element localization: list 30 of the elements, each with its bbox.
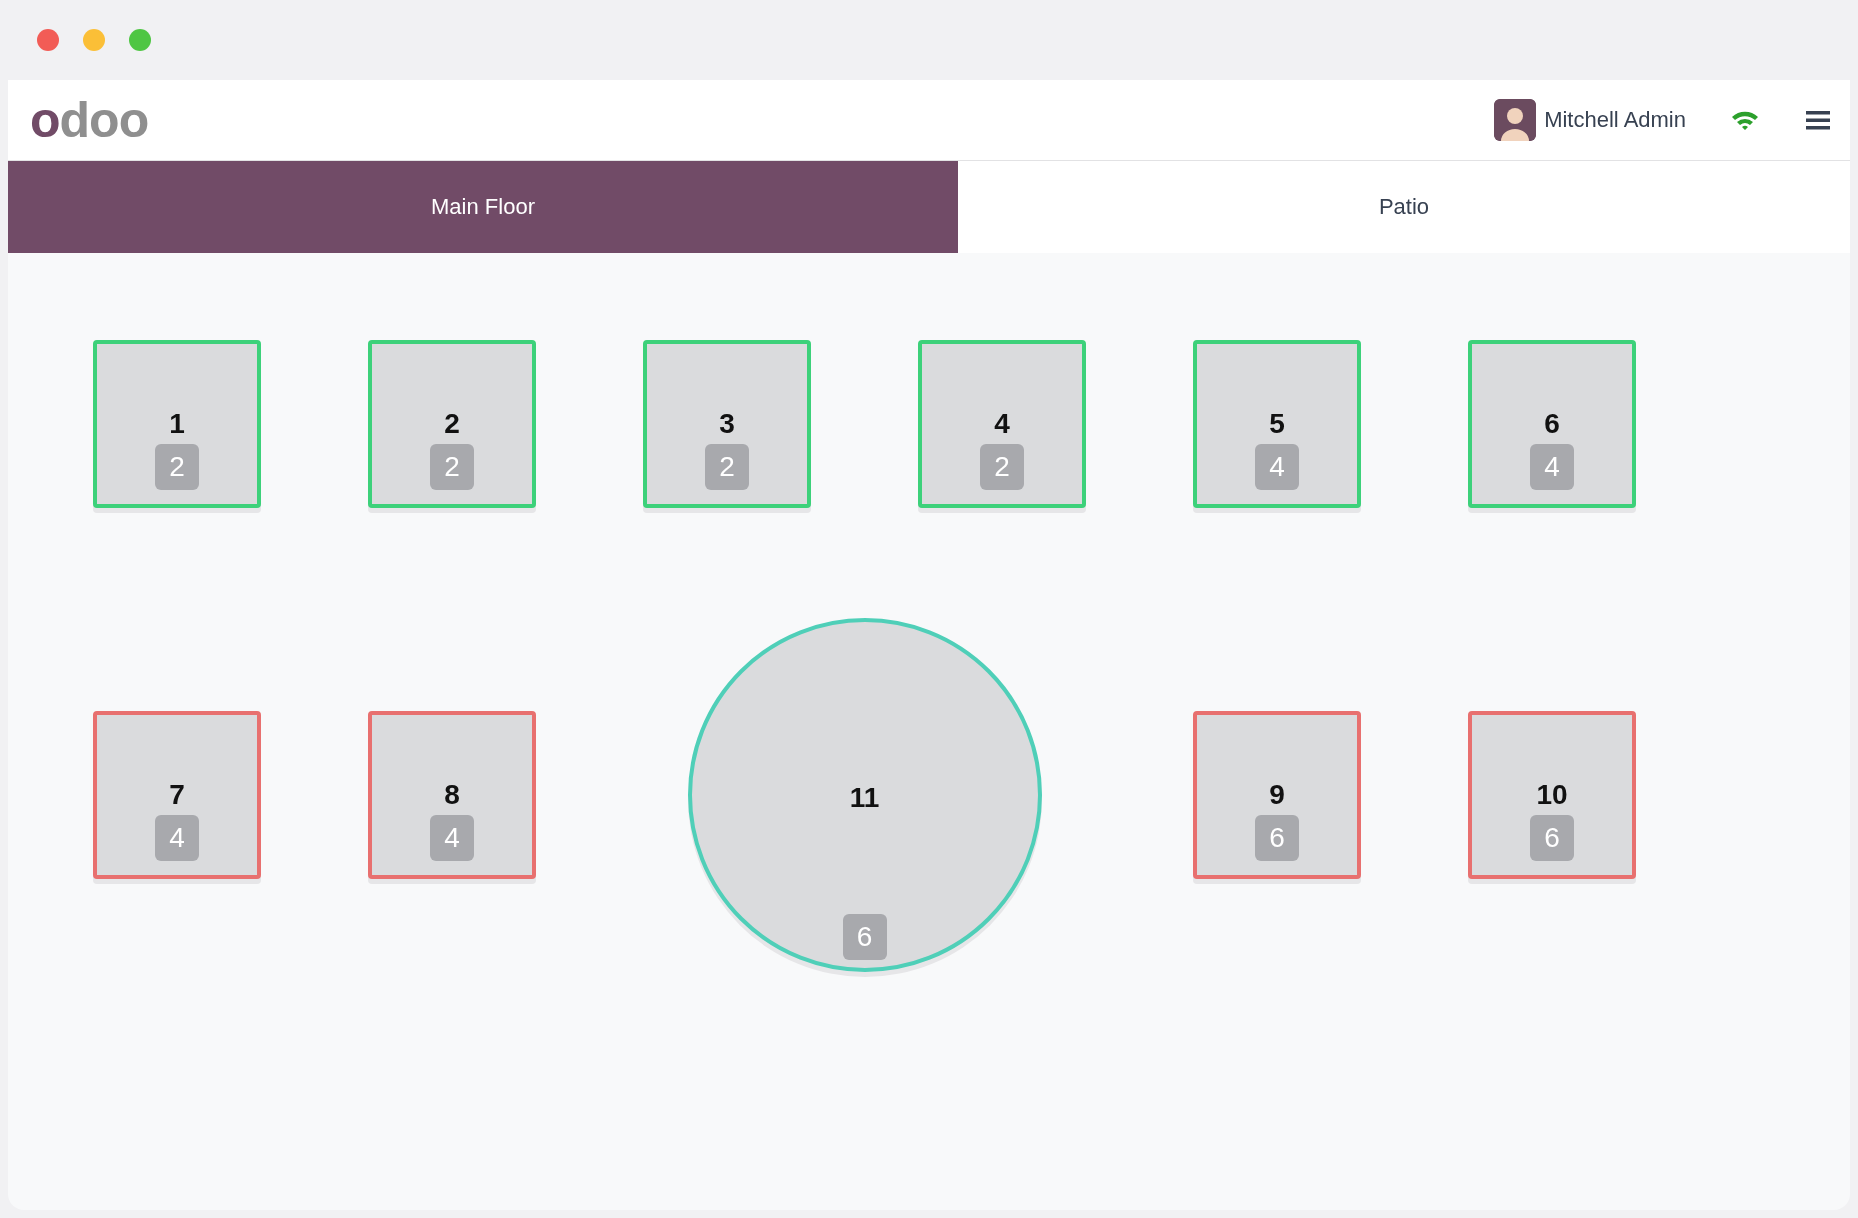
seat-count: 2 [980,444,1024,490]
table-number: 7 [169,779,185,811]
seat-count: 4 [155,815,199,861]
seat-count: 2 [155,444,199,490]
table-number: 5 [1269,408,1285,440]
logo[interactable]: odoo [30,95,149,145]
table-number: 1 [169,408,185,440]
close-dot[interactable] [37,29,59,51]
minimize-dot[interactable] [83,29,105,51]
table-number: 10 [1536,779,1568,811]
avatar-icon[interactable] [1494,99,1537,141]
seat-count: 4 [1255,444,1299,490]
table-number: 3 [719,408,735,440]
menu-icon[interactable] [1806,109,1830,131]
seat-count: 4 [1530,444,1574,490]
seat-count: 6 [1255,815,1299,861]
table-number: 6 [1544,408,1560,440]
seat-count: 6 [842,914,887,960]
table-number: 11 [849,782,880,814]
floor-tab[interactable]: Main Floor [8,161,958,253]
seat-count: 6 [1530,815,1574,861]
table-number: 2 [444,408,460,440]
user-name[interactable]: Mitchell Admin [1544,107,1686,133]
maximize-dot[interactable] [129,29,151,51]
seat-count: 2 [430,444,474,490]
seat-count: 4 [430,815,474,861]
table-number: 8 [444,779,460,811]
table-number: 4 [994,408,1010,440]
table-number: 9 [1269,779,1285,811]
seat-count: 2 [705,444,749,490]
